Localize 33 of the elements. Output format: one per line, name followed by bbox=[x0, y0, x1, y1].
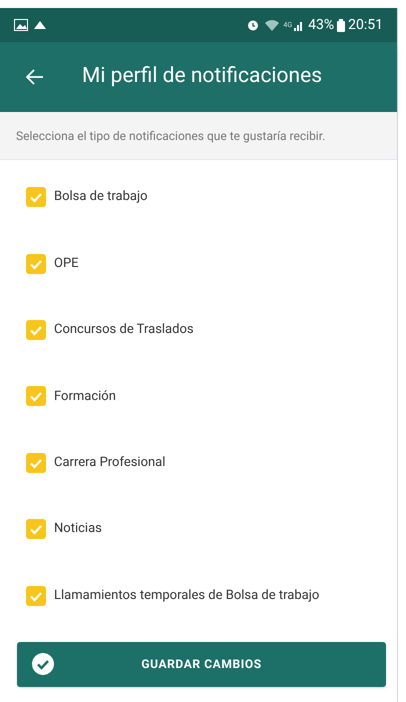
notification-option[interactable]: Noticias bbox=[0, 496, 397, 562]
option-label: Formación bbox=[54, 388, 116, 406]
image-icon bbox=[14, 19, 28, 31]
option-label: Noticias bbox=[54, 520, 102, 538]
notification-option[interactable]: Carrera Profesional bbox=[0, 430, 397, 496]
screen-title: Mi perfil de notificaciones bbox=[82, 63, 322, 90]
checkbox[interactable] bbox=[26, 519, 46, 540]
notification-option[interactable]: OPE bbox=[0, 230, 397, 297]
notification-option[interactable]: Llamamientos temporales de Bolsa de trabajo bbox=[0, 562, 397, 629]
wifi-icon bbox=[265, 20, 280, 30]
back-arrow-icon bbox=[26, 69, 44, 85]
alarm-icon bbox=[247, 19, 260, 31]
option-label: Concursos de Traslados bbox=[54, 321, 194, 340]
checkbox[interactable] bbox=[26, 254, 46, 274]
notification-option[interactable]: Concursos de Traslados bbox=[0, 296, 397, 364]
option-label: Llamamientos temporales de Bolsa de trabajo bbox=[54, 586, 320, 605]
battery-level: 43% bbox=[308, 16, 334, 34]
instruction-text: Selecciona el tipo de notificaciones que te gustaría recibir. bbox=[16, 128, 326, 144]
checkbox[interactable] bbox=[26, 586, 46, 606]
option-label: OPE bbox=[54, 254, 79, 273]
checkbox[interactable] bbox=[26, 452, 46, 473]
battery-icon bbox=[337, 18, 346, 32]
checkbox[interactable] bbox=[26, 187, 46, 208]
checkbox[interactable] bbox=[26, 320, 46, 340]
clock-time: 20:51 bbox=[348, 16, 383, 34]
option-label: Bolsa de trabajo bbox=[54, 188, 148, 206]
checkbox[interactable] bbox=[26, 386, 46, 406]
option-label: Carrera Profesional bbox=[54, 454, 166, 472]
check-circle-icon bbox=[32, 653, 54, 676]
save-button[interactable]: GUARDAR CAMBIOS bbox=[17, 642, 386, 687]
notification-option[interactable]: Bolsa de trabajo bbox=[0, 164, 397, 230]
signal-icon bbox=[294, 20, 304, 30]
notification-option[interactable]: Formación bbox=[0, 363, 397, 430]
